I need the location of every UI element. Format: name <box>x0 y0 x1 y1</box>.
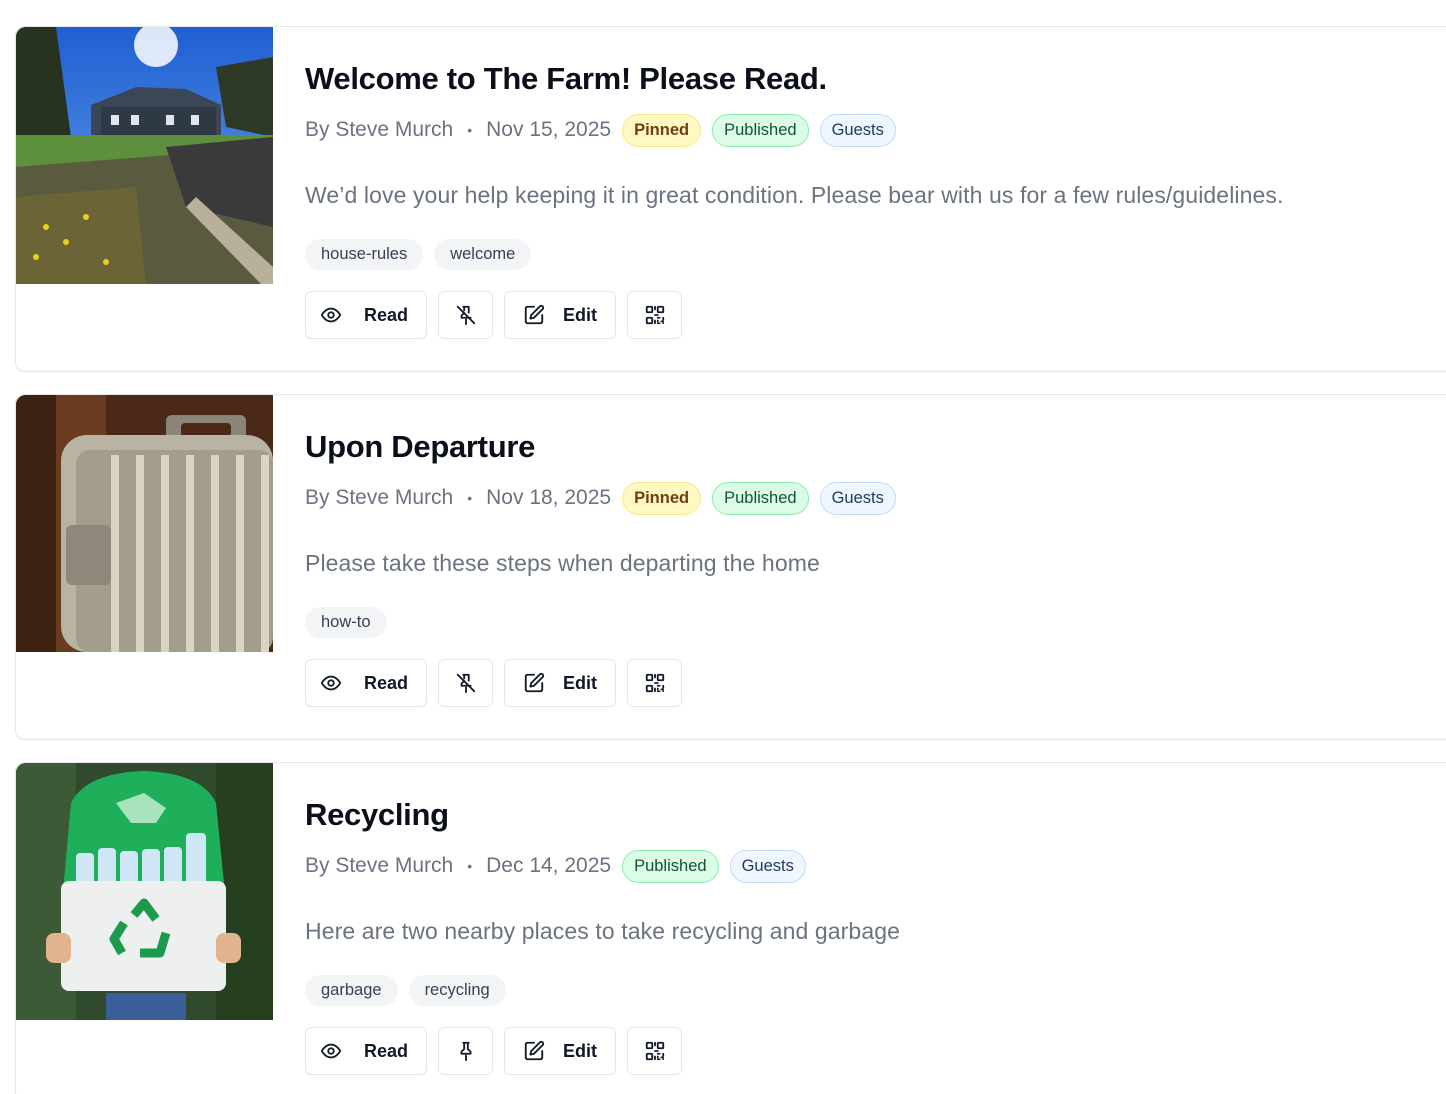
post-actions: Read Edit <box>305 1027 682 1075</box>
qr-code-button[interactable] <box>627 291 682 339</box>
edit-icon <box>523 1040 545 1062</box>
eye-icon <box>320 304 342 326</box>
post-author: By Steve Murch <box>305 486 454 509</box>
qr-code-icon <box>644 304 666 326</box>
tag-chip[interactable]: welcome <box>434 239 532 270</box>
tag-list: how-to <box>305 607 387 638</box>
edit-button[interactable]: Edit <box>504 291 616 339</box>
post-excerpt: Here are two nearby places to take recyc… <box>305 918 900 944</box>
read-button[interactable]: Read <box>305 659 427 707</box>
edit-button[interactable]: Edit <box>504 1027 616 1075</box>
status-badge: Published <box>712 113 809 147</box>
pin-button[interactable] <box>438 1027 493 1075</box>
qr-code-button[interactable] <box>627 659 682 707</box>
meta-separator: • <box>467 490 473 506</box>
unpin-icon <box>455 304 477 326</box>
post-meta: By Steve Murch • Nov 18, 2025 Pinned Pub… <box>305 481 896 515</box>
meta-separator: • <box>467 858 473 874</box>
read-button[interactable]: Read <box>305 291 427 339</box>
post-excerpt: Please take these steps when departing t… <box>305 550 820 576</box>
audience-badge: Guests <box>819 481 896 515</box>
read-label: Read <box>363 1040 408 1061</box>
unpin-icon <box>455 672 477 694</box>
pin-icon <box>455 1040 477 1062</box>
post-card: Welcome to The Farm! Please Read. By Ste… <box>15 26 1446 372</box>
edit-label: Edit <box>563 672 597 693</box>
unpin-button[interactable] <box>438 291 493 339</box>
post-actions: Read Edit <box>305 659 682 707</box>
post-thumbnail-farmhouse[interactable] <box>16 27 273 284</box>
read-button[interactable]: Read <box>305 1027 427 1075</box>
edit-icon <box>523 672 545 694</box>
eye-icon <box>320 1040 342 1062</box>
tag-chip[interactable]: house-rules <box>305 239 424 270</box>
tag-list: garbage recycling <box>305 975 506 1006</box>
post-title[interactable]: Recycling <box>305 797 449 833</box>
edit-label: Edit <box>563 304 597 325</box>
post-date: Nov 15, 2025 <box>486 118 612 141</box>
status-badge: Published <box>712 481 809 515</box>
post-excerpt: We’d love your help keeping it in great … <box>305 182 1284 208</box>
qr-code-icon <box>644 672 666 694</box>
post-thumbnail-suitcase[interactable] <box>16 395 273 652</box>
post-meta: By Steve Murch • Nov 15, 2025 Pinned Pub… <box>305 113 896 147</box>
post-date: Dec 14, 2025 <box>486 854 612 877</box>
read-label: Read <box>363 672 408 693</box>
tag-chip[interactable]: how-to <box>305 607 387 638</box>
pinned-badge: Pinned <box>622 113 702 147</box>
meta-separator: • <box>467 122 473 138</box>
post-title[interactable]: Upon Departure <box>305 429 535 465</box>
post-author: By Steve Murch <box>305 118 454 141</box>
eye-icon <box>320 672 342 694</box>
tag-chip[interactable]: garbage <box>305 975 398 1006</box>
status-badge: Published <box>622 849 719 883</box>
edit-label: Edit <box>563 1040 597 1061</box>
unpin-button[interactable] <box>438 659 493 707</box>
post-actions: Read Edit <box>305 291 682 339</box>
edit-button[interactable]: Edit <box>504 659 616 707</box>
tag-list: house-rules welcome <box>305 239 532 270</box>
audience-badge: Guests <box>819 113 896 147</box>
edit-icon <box>523 304 545 326</box>
post-title[interactable]: Welcome to The Farm! Please Read. <box>305 61 827 97</box>
pinned-badge: Pinned <box>622 481 702 515</box>
post-author: By Steve Murch <box>305 854 454 877</box>
qr-code-button[interactable] <box>627 1027 682 1075</box>
audience-badge: Guests <box>729 849 806 883</box>
post-card: Recycling By Steve Murch • Dec 14, 2025 … <box>15 762 1446 1094</box>
qr-code-icon <box>644 1040 666 1062</box>
post-meta: By Steve Murch • Dec 14, 2025 Published … <box>305 849 806 883</box>
post-card: Upon Departure By Steve Murch • Nov 18, … <box>15 394 1446 740</box>
read-label: Read <box>363 304 408 325</box>
post-date: Nov 18, 2025 <box>486 486 612 509</box>
tag-chip[interactable]: recycling <box>408 975 506 1006</box>
post-thumbnail-recycling[interactable] <box>16 763 273 1020</box>
